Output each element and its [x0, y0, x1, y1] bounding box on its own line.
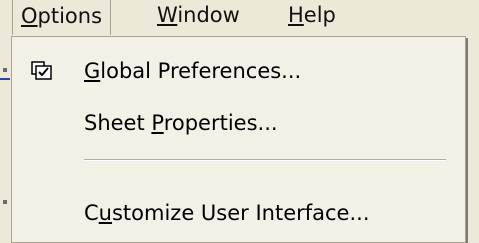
menu-options-label: ptions [37, 4, 103, 28]
menu-help-label: elp [303, 3, 336, 27]
menu-options-mnemonic: O [21, 4, 38, 28]
background-edge-dot [3, 200, 7, 204]
sheet-properties-prefix: Sheet [84, 111, 152, 135]
menu-item-global-preferences[interactable]: Global Preferences... [12, 49, 465, 93]
customize-ui-label: stomize User Interface... [111, 201, 370, 225]
sheet-properties-mnemonic: P [151, 111, 164, 135]
background-edge-dot [3, 68, 7, 72]
menu-separator [84, 159, 446, 161]
background-edge-fragment [0, 78, 10, 80]
menu-bar: Options Window Help [0, 0, 479, 38]
menu-window[interactable]: Window [149, 0, 248, 34]
menu-options[interactable]: Options [12, 0, 112, 35]
menu-item-customize-user-interface[interactable]: Customize User Interface... [12, 191, 465, 235]
options-dropdown-menu: Global Preferences... Sheet Properties..… [11, 36, 466, 243]
sheet-properties-label: roperties... [163, 111, 278, 135]
menu-window-mnemonic: W [157, 3, 178, 27]
checked-pages-icon [31, 61, 52, 80]
customize-ui-mnemonic: u [98, 201, 112, 225]
menu-help[interactable]: Help [280, 0, 344, 34]
global-preferences-mnemonic: G [84, 59, 101, 83]
menu-item-sheet-properties[interactable]: Sheet Properties... [12, 101, 465, 145]
menu-help-mnemonic: H [288, 3, 304, 27]
menu-window-label: indow [177, 3, 240, 27]
customize-ui-prefix: C [84, 201, 99, 225]
global-preferences-label: lobal Preferences... [100, 59, 302, 83]
